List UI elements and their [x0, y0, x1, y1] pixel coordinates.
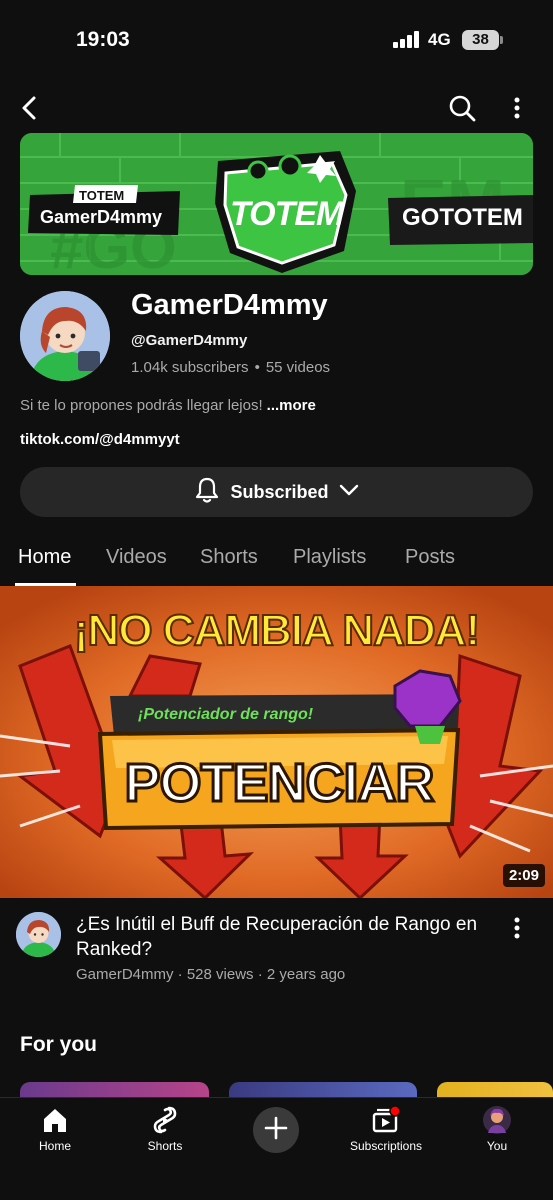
- home-icon: [10, 1104, 100, 1136]
- video-duration-badge: 2:09: [502, 864, 545, 887]
- banner-logo-text: TOTEM: [230, 195, 344, 233]
- subscribed-label: Subscribed: [230, 481, 329, 502]
- create-button[interactable]: [253, 1107, 299, 1153]
- nav-you[interactable]: You: [452, 1104, 542, 1153]
- video-more-vert-icon[interactable]: [505, 914, 529, 942]
- nav-shorts-label: Shorts: [147, 1139, 183, 1153]
- video-count: 55 videos: [265, 359, 331, 376]
- subscriptions-icon: [341, 1104, 431, 1136]
- for-you-heading: For you: [20, 1033, 97, 1056]
- nav-home-label: Home: [38, 1139, 71, 1153]
- subscribed-button[interactable]: Subscribed: [20, 467, 533, 517]
- cellular-signal-icon: [393, 31, 421, 48]
- shorts-icon: [120, 1104, 210, 1136]
- separator-dot: •: [254, 359, 260, 376]
- status-time: 19:03: [76, 28, 130, 51]
- description-text: Si te lo propones podrás llegar lejos!: [20, 397, 263, 414]
- back-arrow-icon[interactable]: [10, 88, 50, 128]
- bell-icon: [194, 476, 220, 509]
- video-title[interactable]: ¿Es Inútil el Buff de Recuperación de Ra…: [76, 912, 496, 962]
- top-app-bar: [0, 88, 553, 128]
- status-bar: 19:03 4G 38: [0, 0, 553, 80]
- banner-name-tag: GamerD4mmy: [40, 207, 163, 227]
- more-vert-icon[interactable]: [497, 88, 537, 128]
- description-more-link[interactable]: ...more: [267, 397, 316, 414]
- chevron-down-icon: [339, 483, 359, 502]
- nav-home[interactable]: Home: [10, 1104, 100, 1153]
- channel-avatar[interactable]: [20, 291, 110, 381]
- plus-icon: [264, 1116, 288, 1145]
- channel-stats: 1.04k subscribers • 55 videos: [131, 359, 330, 376]
- banner-right-text: GOTOTEM: [402, 204, 523, 231]
- subscriber-count: 1.04k subscribers: [131, 359, 249, 376]
- tab-videos[interactable]: Videos: [106, 546, 167, 569]
- thumbnail-button-text: POTENCIAR: [123, 752, 436, 815]
- video-meta: GamerD4mmy · 528 views · 2 years ago: [76, 966, 346, 983]
- nav-subscriptions[interactable]: Subscriptions: [341, 1104, 431, 1153]
- battery-cap: [500, 36, 503, 44]
- channel-link[interactable]: tiktok.com/@d4mmyyt: [20, 431, 180, 448]
- channel-description[interactable]: Si te lo propones podrás llegar lejos!..…: [20, 397, 316, 414]
- channel-banner: #GO EM TOTEM GamerD4mmy TOTEM GOTOTEM: [20, 133, 533, 275]
- tab-shorts[interactable]: Shorts: [200, 546, 258, 569]
- tab-home[interactable]: Home: [18, 546, 71, 569]
- nav-subscriptions-label: Subscriptions: [349, 1139, 423, 1153]
- thumbnail-sublabel: ¡Potenciador de rango!: [138, 706, 314, 723]
- battery-icon: 38: [462, 30, 499, 50]
- network-type: 4G: [428, 30, 451, 49]
- nav-you-label: You: [486, 1139, 508, 1153]
- tab-posts[interactable]: Posts: [405, 546, 455, 569]
- banner-totem-tag: TOTEM: [79, 188, 125, 203]
- channel-name: GamerD4mmy: [131, 289, 328, 321]
- channel-tabs: Home Videos Shorts Playlists Posts: [0, 540, 553, 586]
- channel-handle: @GamerD4mmy: [131, 332, 248, 349]
- video-channel-avatar[interactable]: [16, 912, 61, 957]
- tab-playlists[interactable]: Playlists: [293, 546, 366, 569]
- search-icon[interactable]: [442, 88, 482, 128]
- thumbnail-headline: ¡NO CAMBIA NADA!: [73, 605, 481, 656]
- bottom-navigation: Home Shorts Subscriptions You: [0, 1097, 553, 1200]
- featured-video-thumbnail[interactable]: ¡NO CAMBIA NADA! ¡Potenciador de rango! …: [0, 586, 553, 898]
- profile-avatar: [452, 1104, 542, 1136]
- nav-shorts[interactable]: Shorts: [120, 1104, 210, 1153]
